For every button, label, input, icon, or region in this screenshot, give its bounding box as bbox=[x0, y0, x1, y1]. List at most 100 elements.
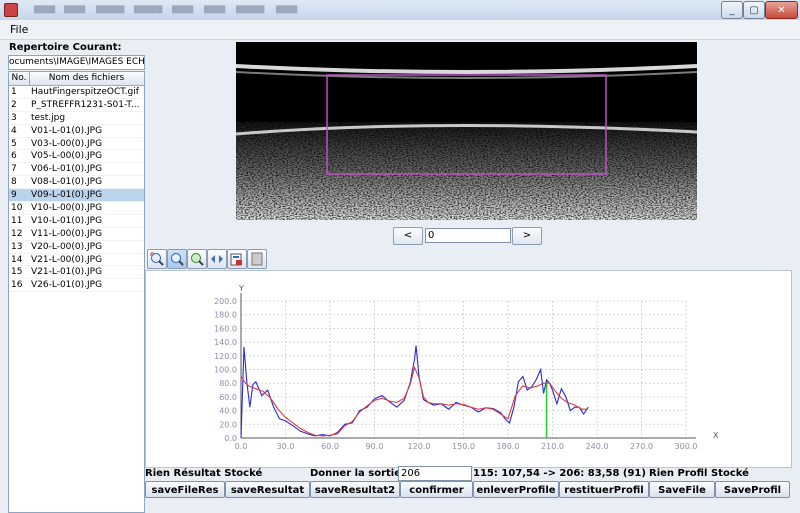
x-tick-label: 30.0 bbox=[277, 442, 295, 451]
y-tick-label: 140.0 bbox=[214, 338, 237, 347]
x-tick-label: 300.0 bbox=[675, 442, 698, 451]
split-icon bbox=[211, 255, 223, 263]
save-profil-button[interactable]: SaveProfil bbox=[715, 481, 790, 498]
file-name: V10-L-01(0).JPG bbox=[31, 215, 103, 226]
file-number: 10 bbox=[11, 203, 23, 214]
color-zoom-button[interactable] bbox=[187, 249, 207, 269]
image-viewer[interactable] bbox=[236, 42, 697, 220]
maximize-button[interactable]: ▢ bbox=[743, 1, 765, 19]
export-icon bbox=[230, 253, 242, 266]
file-number: 2 bbox=[11, 99, 17, 110]
x-tick-label: 60.0 bbox=[321, 442, 339, 451]
ghost-menu-5: ▆▆▆ bbox=[172, 4, 194, 14]
x-tick-label: 180.0 bbox=[497, 442, 520, 451]
file-row[interactable]: 14 V21-L-00(0).JPG bbox=[9, 254, 144, 267]
zoom-icon bbox=[171, 253, 184, 266]
file-name: V20-L-00(0).JPG bbox=[31, 241, 103, 252]
output-x-field[interactable]: 206 bbox=[398, 466, 472, 481]
color-zoom-icon bbox=[191, 253, 204, 266]
save-file-button[interactable]: SaveFile bbox=[649, 481, 715, 498]
previous-button[interactable]: < bbox=[393, 227, 423, 245]
frame-index-field[interactable]: 0 bbox=[425, 228, 511, 243]
file-name: V08-L-01(0).JPG bbox=[31, 177, 103, 188]
file-row[interactable]: 16 V26-L-01(0).JPG bbox=[9, 279, 144, 293]
minimize-icon: _ bbox=[729, 4, 735, 16]
file-name: V26-L-01(0).JPG bbox=[31, 280, 103, 291]
x-tick-label: 210.0 bbox=[541, 442, 564, 451]
x-tick-label: 240.0 bbox=[586, 442, 609, 451]
file-name: V09-L-01(0).JPG bbox=[31, 190, 103, 201]
readout-text: 115: 107,54 -> 206: 83,58 (91) bbox=[473, 468, 646, 479]
close-button[interactable]: ✕ bbox=[765, 1, 798, 19]
y-tick-label: 0.0 bbox=[224, 434, 237, 443]
file-row[interactable]: 5 V03-L-00(0).JPG bbox=[9, 138, 144, 151]
current-directory-path[interactable]: ocuments\IMAGE\IMAGES ECHO bbox=[8, 55, 145, 70]
maximize-icon: ▢ bbox=[749, 4, 759, 16]
column-header-no[interactable]: No. bbox=[9, 72, 30, 85]
file-row[interactable]: 9 V09-L-01(0).JPG bbox=[9, 189, 144, 203]
file-row[interactable]: 1 HautFingerspitzeOCT.gif bbox=[9, 86, 144, 99]
file-name: V03-L-00(0).JPG bbox=[31, 138, 103, 149]
y-tick-label: 20.0 bbox=[219, 420, 237, 429]
blank-button[interactable] bbox=[247, 249, 267, 269]
file-name: HautFingerspitzeOCT.gif bbox=[31, 87, 139, 97]
file-row[interactable]: 4 V01-L-01(0).JPG bbox=[9, 125, 144, 138]
file-row[interactable]: 13 V20-L-00(0).JPG bbox=[9, 241, 144, 254]
ghost-menu-1: ▆▆▆ bbox=[34, 4, 56, 14]
save-file-res-button[interactable]: saveFileRes bbox=[145, 481, 225, 498]
ghost-menu-3: ▆▆▆▆ bbox=[96, 4, 125, 14]
file-number: 5 bbox=[11, 138, 17, 149]
result-status: Rien Résultat Stocké bbox=[145, 468, 263, 479]
y-tick-label: 80.0 bbox=[219, 379, 237, 388]
file-number: 13 bbox=[11, 241, 23, 252]
file-name: V21-L-01(0).JPG bbox=[31, 267, 103, 278]
file-name: V21-L-00(0).JPG bbox=[31, 254, 103, 265]
file-number: 14 bbox=[11, 254, 23, 265]
file-row[interactable]: 2 P_STREFFR1231-S01-T... bbox=[9, 99, 144, 112]
next-button[interactable]: > bbox=[512, 227, 542, 245]
enlever-profile-button[interactable]: enleverProfile bbox=[473, 481, 559, 498]
y-tick-label: 100.0 bbox=[214, 366, 237, 375]
file-name: V06-L-01(0).JPG bbox=[31, 164, 103, 175]
minimize-button[interactable]: _ bbox=[721, 1, 743, 19]
x-tick-label: 0.0 bbox=[235, 442, 248, 451]
ghost-menu-8: ▆▆▆ bbox=[276, 4, 298, 14]
blank-icon bbox=[251, 252, 263, 266]
zoom-fit-button[interactable] bbox=[147, 249, 167, 269]
menu-file[interactable]: File bbox=[10, 23, 28, 36]
file-name: V10-L-00(0).JPG bbox=[31, 203, 103, 214]
y-tick-label: 180.0 bbox=[214, 311, 237, 320]
file-table-header: No. Nom des fichiers bbox=[9, 72, 144, 86]
restituer-profil-button[interactable]: restituerProfil bbox=[559, 481, 649, 498]
y-axis-label: Y bbox=[238, 284, 244, 293]
file-row[interactable]: 12 V11-L-00(0).JPG bbox=[9, 228, 144, 241]
file-row[interactable]: 7 V06-L-01(0).JPG bbox=[9, 163, 144, 177]
file-rows: 1 HautFingerspitzeOCT.gif 2 P_STREFFR1231-S… bbox=[9, 86, 144, 293]
file-row[interactable]: 15 V21-L-01(0).JPG bbox=[9, 266, 144, 280]
file-row[interactable]: 6 V05-L-00(0).JPG bbox=[9, 150, 144, 164]
file-number: 4 bbox=[11, 125, 17, 136]
file-row[interactable]: 8 V08-L-01(0).JPG bbox=[9, 176, 144, 190]
column-header-name[interactable]: Nom des fichiers bbox=[30, 72, 143, 85]
file-table: No. Nom des fichiers 1 HautFingerspitzeOC… bbox=[8, 71, 145, 513]
x-tick-label: 90.0 bbox=[366, 442, 384, 451]
ghost-menu-6: ▆▆▆ bbox=[204, 4, 226, 14]
app-icon bbox=[4, 3, 18, 17]
file-row[interactable]: 11 V10-L-01(0).JPG bbox=[9, 215, 144, 228]
zoom-button[interactable] bbox=[167, 249, 187, 269]
split-button[interactable] bbox=[207, 249, 227, 269]
file-number: 3 bbox=[11, 112, 17, 123]
zoom-fit-icon bbox=[150, 252, 164, 266]
confirmer-button[interactable]: confirmer bbox=[400, 481, 473, 498]
profile-status: Rien Profil Stocké bbox=[649, 468, 749, 479]
export-button[interactable] bbox=[227, 249, 247, 269]
file-row[interactable]: 3 test.jpg bbox=[9, 112, 144, 125]
save-resultat-button[interactable]: saveResultat bbox=[225, 481, 310, 498]
profile-chart[interactable]: 0.0 30.0 60.0 90.0 120.0 150.0 180.0 210.0 240.0… bbox=[145, 270, 792, 468]
file-number: 6 bbox=[11, 151, 17, 162]
save-resultat2-button[interactable]: saveResultat2 bbox=[310, 481, 400, 498]
file-row[interactable]: 10 V10-L-00(0).JPG bbox=[9, 202, 144, 215]
close-icon: ✕ bbox=[777, 4, 786, 16]
profile-chart-svg: 0.0 30.0 60.0 90.0 120.0 150.0 180.0 210.0 240.0… bbox=[214, 284, 719, 451]
window-titlebar: ▆▆▆ ▆▆▆ ▆▆▆▆ ▆▆▆▆ ▆▆▆ ▆▆▆ ▆▆▆▆ ▆▆▆ _ ▢ ✕ bbox=[0, 0, 800, 20]
